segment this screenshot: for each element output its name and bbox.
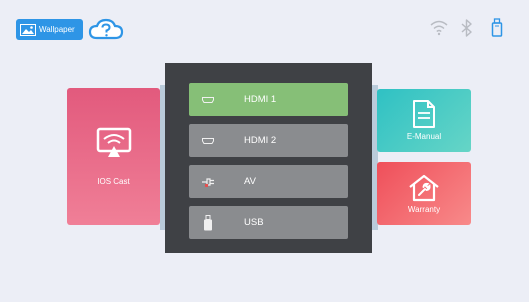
wallpaper-button[interactable]: Wallpaper — [16, 19, 83, 40]
wallpaper-label: Wallpaper — [39, 25, 75, 34]
usb-drive-icon — [491, 18, 503, 37]
e-manual-label: E-Manual — [406, 132, 442, 141]
bluetooth-icon — [461, 19, 472, 37]
warranty-label: Warranty — [407, 205, 441, 214]
usb-stick-icon — [189, 214, 227, 231]
av-plug-icon — [189, 177, 227, 187]
source-item-label: HDMI 2 — [244, 135, 277, 146]
help-button[interactable] — [88, 18, 124, 42]
house-wrench-icon — [409, 174, 439, 202]
source-item-label: AV — [244, 176, 256, 187]
ios-cast-label: IOS Cast — [97, 177, 130, 186]
hdmi-port-icon — [189, 96, 227, 103]
source-item-hdmi1[interactable]: HDMI 1 — [189, 83, 348, 116]
source-item-usb[interactable]: USB — [189, 206, 348, 239]
source-item-hdmi2[interactable]: HDMI 2 — [189, 124, 348, 157]
source-item-label: USB — [244, 217, 264, 228]
source-item-av[interactable]: AV — [189, 165, 348, 198]
e-manual-tile[interactable]: E-Manual — [377, 89, 471, 152]
source-item-label: HDMI 1 — [244, 94, 277, 105]
input-source-menu: HDMI 1 HDMI 2 AV USB — [165, 63, 372, 253]
hdmi-port-icon — [189, 137, 227, 144]
top-bar: Wallpaper — [0, 0, 529, 60]
help-cloud-icon — [88, 18, 124, 40]
wifi-icon — [430, 20, 448, 36]
screen-cast-icon — [96, 127, 131, 157]
warranty-tile[interactable]: Warranty — [377, 162, 471, 225]
ios-cast-tile[interactable]: IOS Cast — [67, 88, 160, 225]
document-icon — [413, 100, 435, 128]
image-icon — [20, 23, 36, 36]
